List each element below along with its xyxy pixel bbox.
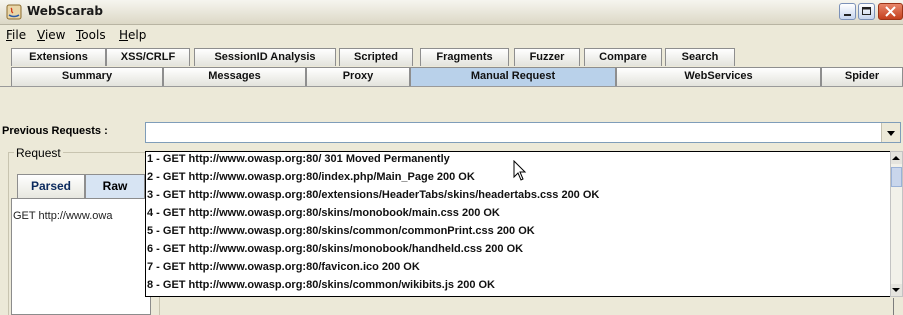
scroll-thumb[interactable]: [891, 167, 902, 187]
menu-help[interactable]: Help: [119, 28, 146, 42]
tab-proxy[interactable]: Proxy: [306, 67, 410, 86]
previous-requests-combo[interactable]: [145, 122, 901, 143]
chevron-down-icon[interactable]: [881, 123, 900, 142]
tab-xss-crlf[interactable]: XSS/CRLF: [106, 48, 190, 66]
tab-row-extensions: Extensions XSS/CRLF SessionID Analysis S…: [0, 46, 903, 66]
title-bar[interactable]: WebScarab: [0, 0, 903, 25]
previous-requests-label: Previous Requests :: [2, 125, 108, 137]
maximize-icon: [862, 7, 871, 15]
request-group-title: Request: [14, 146, 63, 160]
tab-raw[interactable]: Raw: [85, 174, 145, 198]
close-icon: [885, 6, 896, 17]
dropdown-item[interactable]: 6 - GET http://www.owasp.org:80/skins/mo…: [147, 243, 523, 255]
tab-scripted[interactable]: Scripted: [339, 48, 413, 66]
tab-messages[interactable]: Messages: [163, 67, 306, 86]
tab-webservices[interactable]: WebServices: [616, 67, 821, 86]
window-title: WebScarab: [27, 4, 103, 18]
menu-view[interactable]: View: [37, 28, 65, 42]
menu-file-label: ile: [12, 28, 27, 42]
close-button[interactable]: [878, 3, 903, 20]
tab-fragments[interactable]: Fragments: [420, 48, 509, 66]
dropdown-item[interactable]: 1 - GET http://www.owasp.org:80/ 301 Mov…: [147, 153, 450, 165]
menu-tools[interactable]: Tools: [76, 28, 106, 42]
minimize-button[interactable]: [839, 3, 856, 20]
dropdown-scrollbar[interactable]: [890, 151, 903, 297]
app-window: WebScarab File View Tools Help Extension…: [0, 0, 903, 315]
tab-extensions[interactable]: Extensions: [11, 48, 106, 66]
raw-request-textarea[interactable]: GET http://www.owa: [11, 198, 151, 315]
dropdown-item[interactable]: 4 - GET http://www.owasp.org:80/skins/mo…: [147, 207, 500, 219]
scroll-down-icon[interactable]: [891, 284, 902, 296]
tab-spider[interactable]: Spider: [821, 67, 903, 86]
java-app-icon: [6, 4, 22, 20]
raw-request-text: GET http://www.owa: [13, 210, 113, 222]
tab-search[interactable]: Search: [665, 48, 735, 66]
dropdown-item[interactable]: 7 - GET http://www.owasp.org:80/favicon.…: [147, 261, 420, 273]
tab-manual-request[interactable]: Manual Request: [410, 67, 616, 86]
maximize-button[interactable]: [858, 3, 875, 20]
tab-fuzzer[interactable]: Fuzzer: [514, 48, 580, 66]
tab-row-main: Summary Messages Proxy Manual Request We…: [0, 66, 903, 86]
dropdown-item[interactable]: 2 - GET http://www.owasp.org:80/index.ph…: [147, 171, 475, 183]
tab-compare[interactable]: Compare: [584, 48, 662, 66]
panel-edge: [893, 298, 903, 315]
tab-parsed[interactable]: Parsed: [17, 174, 85, 198]
scroll-up-icon[interactable]: [891, 152, 902, 164]
dropdown-item[interactable]: 8 - GET http://www.owasp.org:80/skins/co…: [147, 279, 495, 291]
menu-bar: File View Tools Help: [0, 25, 903, 45]
dropdown-item[interactable]: 3 - GET http://www.owasp.org:80/extensio…: [147, 189, 599, 201]
tab-sessionid-analysis[interactable]: SessionID Analysis: [194, 48, 336, 66]
tab-summary[interactable]: Summary: [11, 67, 163, 86]
dropdown-item[interactable]: 5 - GET http://www.owasp.org:80/skins/co…: [147, 225, 535, 237]
minimize-icon: [844, 14, 851, 16]
mouse-cursor-icon: [513, 160, 527, 181]
menu-file[interactable]: File: [6, 28, 26, 42]
